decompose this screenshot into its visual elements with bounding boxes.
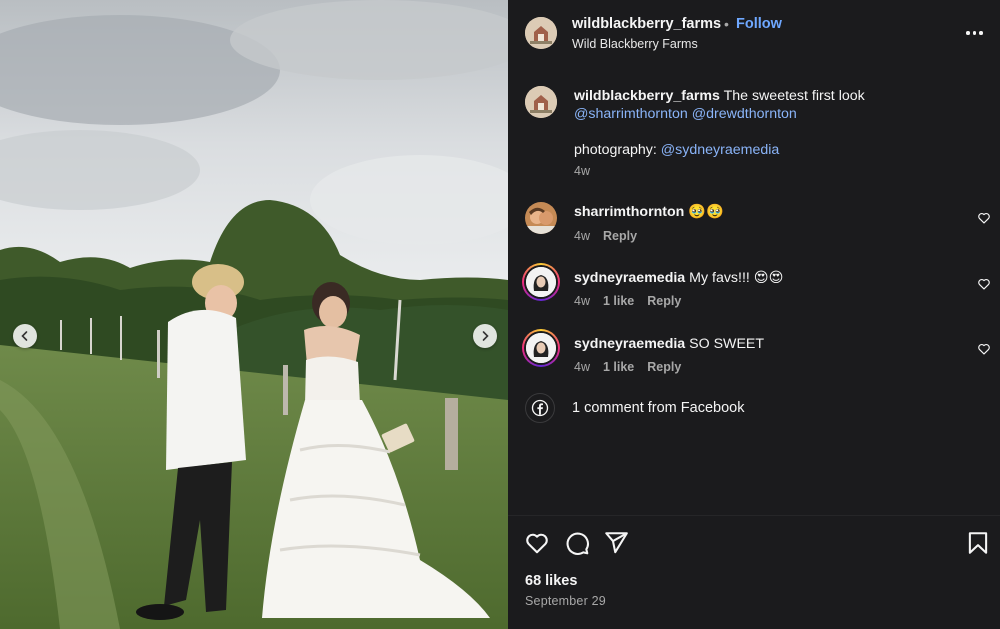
caption-timestamp: 4w [574,164,590,178]
commenter-avatar[interactable] [522,263,560,301]
avatar-ring-inner [524,331,558,365]
next-photo-button[interactable] [473,324,497,348]
commenter-avatar[interactable] [525,202,557,234]
like-button[interactable] [524,530,550,556]
author-avatar[interactable] [525,17,557,49]
reply-button[interactable]: Reply [603,229,637,243]
comment-body: 🥹🥹 [684,204,724,220]
previous-photo-button[interactable] [13,324,37,348]
comment-text: sharrimthornton 🥹🥹 [574,203,954,221]
commenter-avatar-image [526,267,556,297]
reply-button[interactable]: Reply [647,360,681,374]
more-options-button[interactable] [966,26,986,40]
comment-body: SO SWEET [685,336,765,352]
post-date: September 29 [525,594,606,608]
facebook-comments-link[interactable]: 1 comment from Facebook [508,393,1000,423]
portrait-avatar-image [526,267,556,297]
photography-credit-label: photography: [574,142,661,158]
comment-text: sydneyraemedia SO SWEET [574,335,954,353]
mention-link[interactable]: @drewdthornton [692,106,797,122]
chevron-left-icon [21,331,28,341]
caption-body: The sweetest first look [719,88,865,104]
comment-meta: 4w Reply [574,229,637,243]
couple-avatar-image [525,202,557,234]
mention-link[interactable]: @sydneyraemedia [661,142,780,158]
wedding-photo-image [0,0,508,629]
heart-icon[interactable] [977,342,991,356]
comment-body: My favs!!! 😍😍 [685,270,784,286]
comment-meta: 4w 1 like Reply [574,360,681,374]
more-dot [979,31,983,35]
mention-link[interactable]: @sharrimthornton [574,106,688,122]
commenter-avatar[interactable] [522,329,560,367]
post-photo[interactable] [0,0,508,629]
author-username[interactable]: wildblackberry_farms [572,16,721,32]
share-button[interactable] [603,530,629,556]
comment-timestamp: 4w [574,229,590,243]
caption-author-avatar[interactable] [525,86,557,118]
barn-avatar-image [525,86,557,118]
comment-meta: 4w 1 like Reply [574,294,681,308]
commenter-avatar-image [526,333,556,363]
facebook-icon-container [525,393,555,423]
comment-likes-count[interactable]: 1 like [603,294,634,308]
post-details-panel: wildblackberry_farms • Follow Wild Black… [508,0,1000,629]
comment-username[interactable]: sharrimthornton [574,204,684,220]
heart-icon[interactable] [977,211,991,225]
save-button[interactable] [965,530,991,556]
portrait-avatar-image [526,333,556,363]
comment-username[interactable]: sydneyraemedia [574,270,685,286]
separator-dot: • [724,16,729,32]
comment-likes-count[interactable]: 1 like [603,360,634,374]
facebook-icon [531,399,549,417]
divider [508,515,1000,516]
caption-username[interactable]: wildblackberry_farms [574,88,720,104]
comment-username[interactable]: sydneyraemedia [574,336,685,352]
reply-button[interactable]: Reply [647,294,681,308]
more-dot [972,31,976,35]
avatar-ring-inner [524,265,558,299]
comment-timestamp: 4w [574,294,590,308]
post-header: wildblackberry_farms • Follow Wild Black… [508,0,1000,68]
location-link[interactable]: Wild Blackberry Farms [572,37,698,51]
heart-icon[interactable] [977,277,991,291]
follow-button[interactable]: Follow [736,16,782,32]
barn-avatar-image [525,17,557,49]
comment-text: sydneyraemedia My favs!!! 😍😍 [574,269,954,287]
chevron-right-icon [482,331,489,341]
comment-timestamp: 4w [574,360,590,374]
comment-button[interactable] [564,530,590,556]
facebook-comments-label: 1 comment from Facebook [572,400,745,416]
caption-meta: 4w [574,164,590,178]
more-horizontal-icon [966,31,970,35]
likes-count[interactable]: 68 likes [525,573,577,589]
action-bar [508,530,1000,560]
caption-text: wildblackberry_farms The sweetest first … [574,87,954,159]
